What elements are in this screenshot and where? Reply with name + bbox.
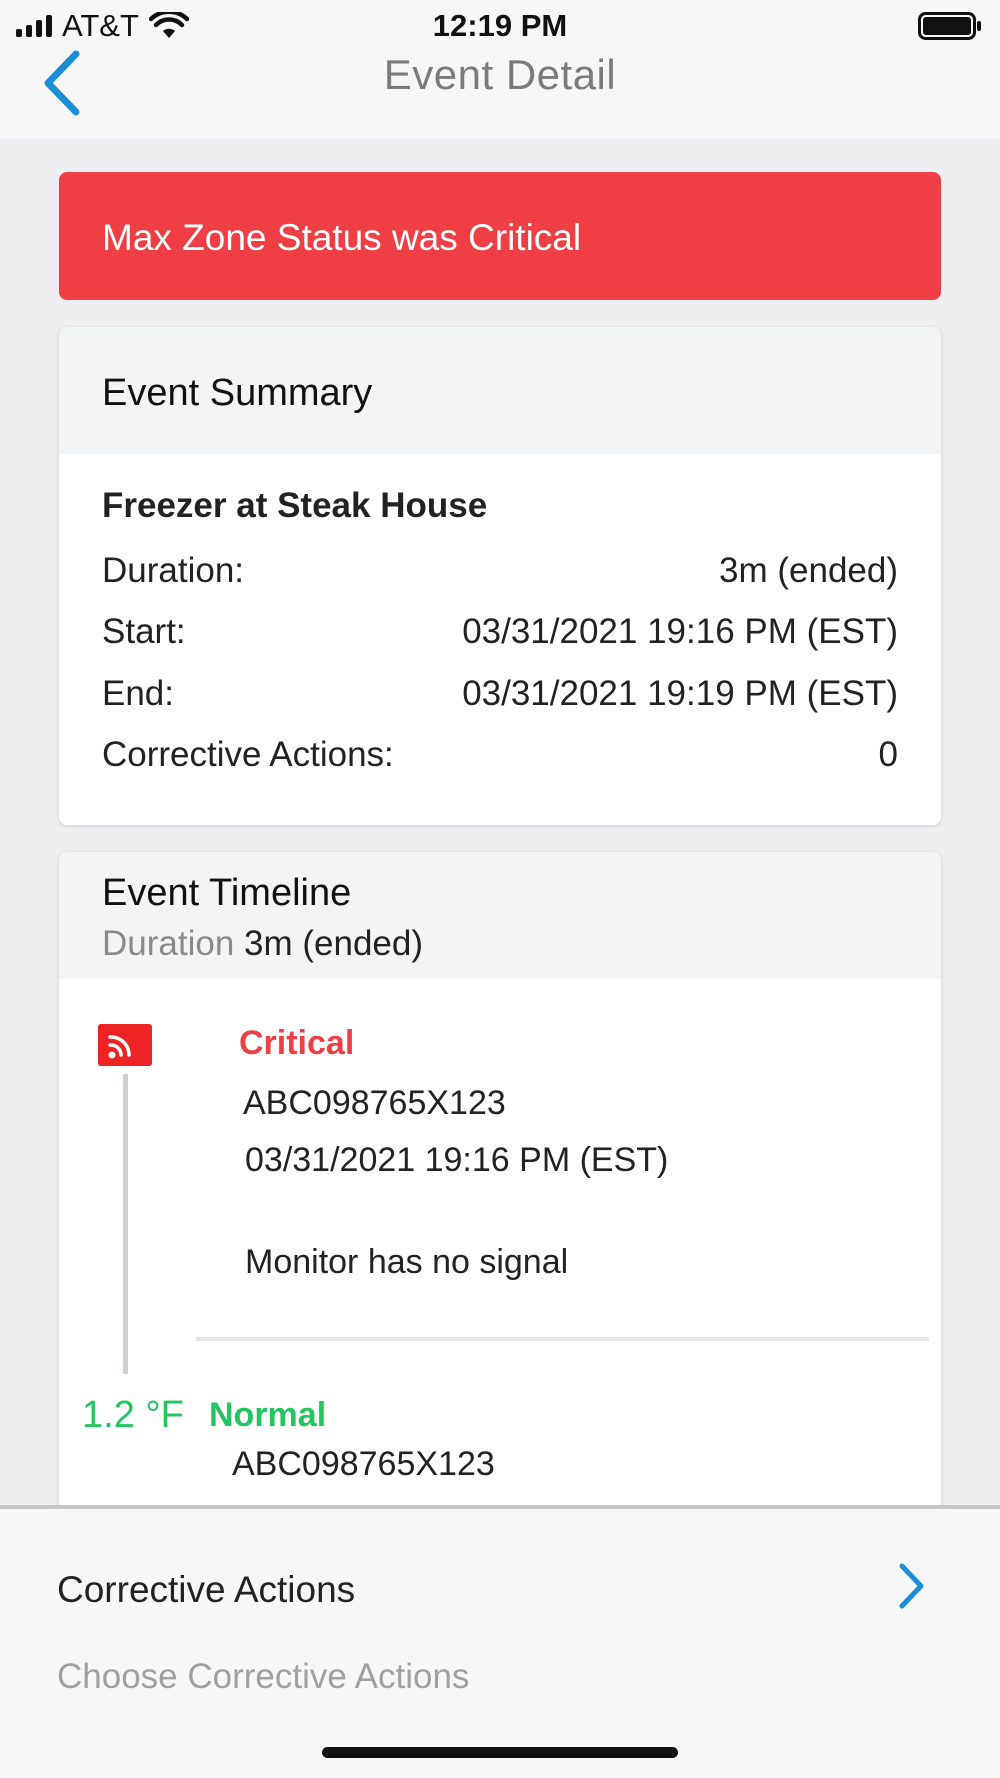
timeline-duration: Duration 3m (ended): [102, 924, 423, 964]
home-indicator: [322, 1747, 678, 1758]
event-status-critical: Critical: [239, 1024, 355, 1062]
start-value: 03/31/2021 19:16 PM (EST): [462, 612, 898, 652]
status-bar: AT&T 12:19 PM: [0, 0, 1000, 50]
timeline-divider: [196, 1337, 929, 1341]
start-label: Start:: [102, 612, 186, 652]
choose-corrective-actions[interactable]: Choose Corrective Actions: [57, 1657, 469, 1697]
event-temperature: 1.2 °F: [82, 1394, 184, 1436]
event-summary-header: Event Summary: [59, 327, 941, 454]
event-timestamp: 03/31/2021 19:16 PM (EST): [245, 1141, 669, 1179]
event-message: Monitor has no signal: [245, 1243, 569, 1281]
clock: 12:19 PM: [432, 8, 568, 43]
alert-text: Max Zone Status was Critical: [102, 217, 582, 258]
timeline-duration-value: 3m (ended): [244, 924, 424, 963]
corrective-actions-title[interactable]: Corrective Actions: [57, 1569, 355, 1611]
battery-icon: [918, 12, 981, 40]
end-label: End:: [102, 673, 174, 713]
event-timeline-header: Event Timeline Duration 3m (ended): [59, 852, 941, 979]
end-value: 03/31/2021 19:19 PM (EST): [462, 673, 898, 713]
timeline-connector: [123, 1074, 128, 1374]
corrective-actions-count-value: 0: [878, 735, 898, 775]
duration-label: Duration:: [102, 550, 245, 590]
corrective-actions-count-label: Corrective Actions:: [102, 735, 394, 775]
duration-row: Duration: 3m (ended): [102, 540, 898, 602]
event-device-id-normal: ABC098765X123: [232, 1445, 495, 1483]
corrective-actions-panel[interactable]: Corrective Actions Choose Corrective Act…: [0, 1505, 1000, 1778]
event-status-normal: Normal: [209, 1396, 327, 1434]
event-timeline-title: Event Timeline: [102, 872, 352, 914]
start-row: Start: 03/31/2021 19:16 PM (EST): [102, 602, 898, 664]
event-summary-title: Event Summary: [102, 372, 373, 414]
duration-value: 3m (ended): [719, 550, 898, 590]
event-timeline-card[interactable]: Event Timeline Duration 3m (ended) Criti…: [59, 852, 941, 1512]
location-name: Freezer at Steak House: [102, 486, 488, 525]
event-summary-body: Freezer at Steak House Duration: 3m (end…: [59, 486, 941, 786]
chevron-right-icon[interactable]: [894, 1561, 928, 1611]
end-row: End: 03/31/2021 19:19 PM (EST): [102, 663, 898, 725]
navigation-bar: Event Detail: [0, 50, 1000, 138]
event-device-id: ABC098765X123: [243, 1084, 506, 1122]
no-signal-icon: [98, 1024, 152, 1066]
event-summary-card: Event Summary Freezer at Steak House Dur…: [59, 327, 941, 825]
critical-alert-banner: Max Zone Status was Critical: [59, 172, 941, 300]
page-title: Event Detail: [383, 51, 617, 98]
corrective-actions-count-row: Corrective Actions: 0: [102, 725, 898, 787]
timeline-duration-label: Duration: [102, 924, 235, 963]
